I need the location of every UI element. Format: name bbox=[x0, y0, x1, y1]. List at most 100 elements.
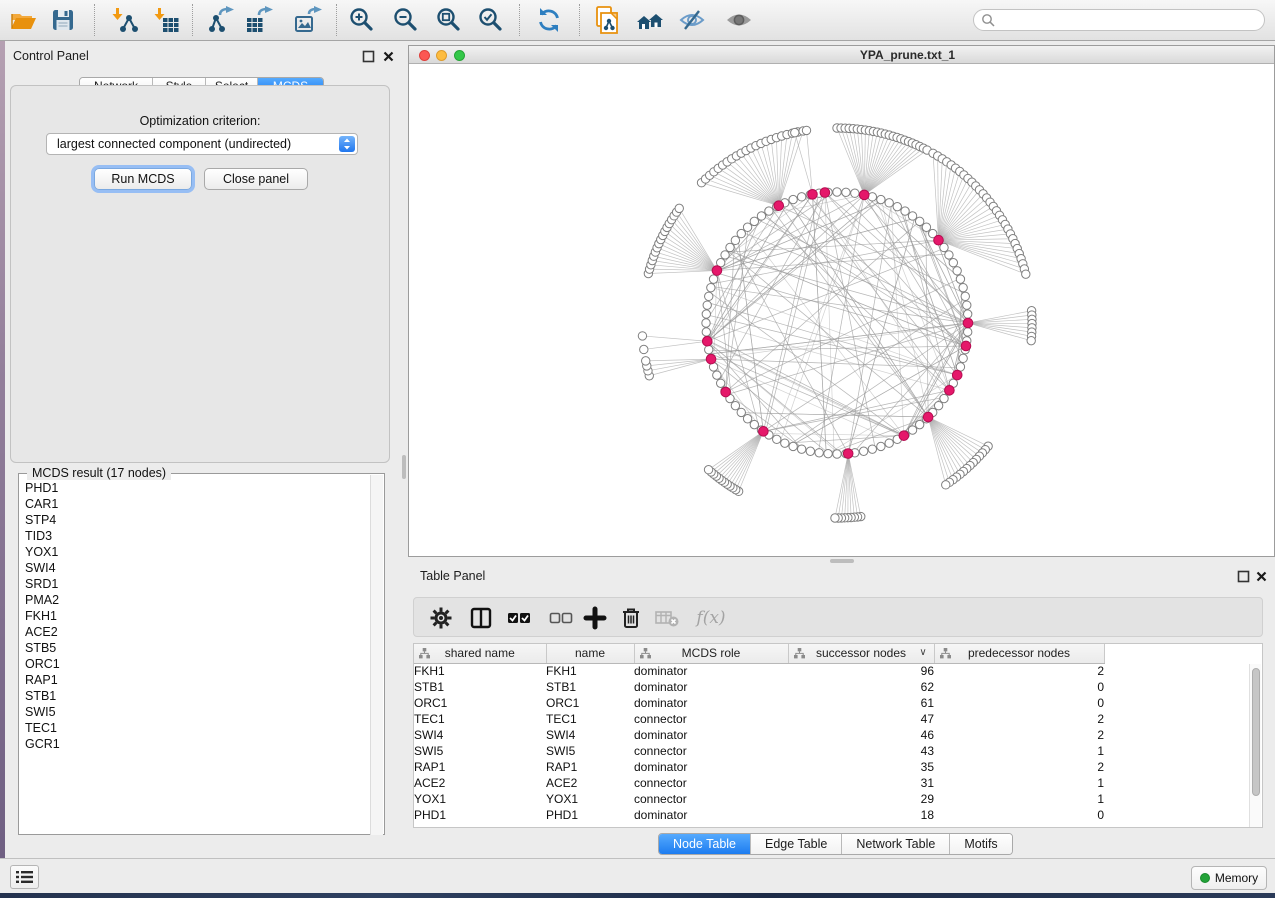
float-panel-icon[interactable] bbox=[1237, 570, 1250, 583]
task-history-icon[interactable] bbox=[10, 865, 39, 889]
mcds-result-item[interactable]: TEC1 bbox=[25, 720, 364, 736]
mcds-result-item[interactable]: RAP1 bbox=[25, 672, 364, 688]
shared-column-icon bbox=[419, 648, 430, 659]
table-row[interactable]: RAP1RAP1dominator352 bbox=[414, 759, 1104, 775]
shared-column-icon bbox=[940, 648, 951, 659]
table-toolbar: f(x) bbox=[413, 597, 1263, 637]
tab-edge-table[interactable]: Edge Table bbox=[751, 834, 842, 854]
memory-button[interactable]: Memory bbox=[1191, 866, 1267, 890]
settings-gear-icon[interactable] bbox=[429, 606, 453, 630]
mcds-result-item[interactable]: STB5 bbox=[25, 640, 364, 656]
table-row[interactable]: FKH1FKH1dominator962 bbox=[414, 663, 1104, 679]
import-table-icon[interactable] bbox=[153, 6, 181, 34]
table-panel-tabs: Node Table Edge Table Network Table Moti… bbox=[658, 833, 1013, 855]
tab-node-table[interactable]: Node Table bbox=[659, 834, 751, 854]
node-table: shared name name MCDS role successor nod… bbox=[414, 644, 1105, 823]
first-neighbors-icon[interactable] bbox=[636, 6, 664, 34]
network-window-titlebar[interactable]: YPA_prune.txt_1 bbox=[409, 46, 1274, 64]
zoom-out-icon[interactable] bbox=[392, 6, 420, 34]
mcds-result-item[interactable]: TID3 bbox=[25, 528, 364, 544]
mcds-result-group: MCDS result (17 nodes) PHD1CAR1STP4TID3Y… bbox=[18, 473, 385, 835]
export-network-icon[interactable] bbox=[208, 6, 236, 34]
table-row[interactable]: ORC1ORC1dominator610 bbox=[414, 695, 1104, 711]
mcds-result-item[interactable]: GCR1 bbox=[25, 736, 364, 752]
table-row[interactable]: STB1STB1dominator620 bbox=[414, 679, 1104, 695]
toolbar-separator bbox=[519, 4, 520, 36]
mcds-result-item[interactable]: PMA2 bbox=[25, 592, 364, 608]
mcds-result-item[interactable]: PHD1 bbox=[25, 480, 364, 496]
shared-column-icon bbox=[640, 648, 651, 659]
table-row[interactable]: TEC1TEC1connector472 bbox=[414, 711, 1104, 727]
mcds-result-item[interactable]: STP4 bbox=[25, 512, 364, 528]
mcds-result-item[interactable]: STB1 bbox=[25, 688, 364, 704]
mcds-result-item[interactable]: FKH1 bbox=[25, 608, 364, 624]
column-header-mcds-role[interactable]: MCDS role bbox=[634, 644, 788, 663]
scrollbar-thumb[interactable] bbox=[1252, 668, 1260, 796]
table-panel: Table Panel bbox=[408, 565, 1275, 858]
toolbar-search bbox=[973, 9, 1265, 31]
zoom-in-icon[interactable] bbox=[348, 6, 376, 34]
show-all-icon[interactable] bbox=[725, 6, 753, 34]
horizontal-splitter[interactable] bbox=[408, 557, 1275, 565]
select-all-icon[interactable] bbox=[507, 606, 531, 630]
toolbar-separator bbox=[94, 4, 95, 36]
table-row[interactable]: ACE2ACE2connector311 bbox=[414, 775, 1104, 791]
run-mcds-button[interactable]: Run MCDS bbox=[94, 168, 192, 190]
tab-motifs[interactable]: Motifs bbox=[950, 834, 1011, 854]
clone-network-icon[interactable] bbox=[593, 6, 621, 34]
tab-network-table[interactable]: Network Table bbox=[842, 834, 950, 854]
add-column-icon[interactable] bbox=[583, 606, 607, 630]
mcds-result-item[interactable]: SRD1 bbox=[25, 576, 364, 592]
table-scrollbar[interactable] bbox=[1249, 664, 1261, 827]
delete-column-icon[interactable] bbox=[619, 606, 643, 630]
zoom-selected-icon[interactable] bbox=[477, 6, 505, 34]
splitter-grip bbox=[402, 455, 406, 479]
control-panel: Control Panel Network Style Select MCDS … bbox=[5, 41, 400, 858]
import-network-icon[interactable] bbox=[111, 6, 139, 34]
network-graph[interactable] bbox=[409, 65, 1274, 556]
save-session-icon[interactable] bbox=[49, 6, 77, 34]
close-panel-icon[interactable] bbox=[1255, 570, 1268, 583]
mcds-result-item[interactable]: ORC1 bbox=[25, 656, 364, 672]
dropdown-stepper-icon bbox=[339, 136, 355, 152]
mcds-result-list[interactable]: PHD1CAR1STP4TID3YOX1SWI4SRD1PMA2FKH1ACE2… bbox=[25, 480, 364, 830]
table-row[interactable]: YOX1YOX1connector291 bbox=[414, 791, 1104, 807]
optimization-criterion-select[interactable]: largest connected component (undirected) bbox=[46, 133, 358, 155]
mcds-result-item[interactable]: ACE2 bbox=[25, 624, 364, 640]
toolbar-separator bbox=[579, 4, 580, 36]
open-file-icon[interactable] bbox=[9, 6, 37, 34]
table-row[interactable]: SWI5SWI5connector431 bbox=[414, 743, 1104, 759]
network-window-title: YPA_prune.txt_1 bbox=[409, 48, 1274, 62]
node-table-body[interactable]: FKH1FKH1dominator962STB1STB1dominator620… bbox=[414, 663, 1104, 823]
float-panel-icon[interactable] bbox=[362, 50, 375, 63]
zoom-fit-icon[interactable] bbox=[435, 6, 463, 34]
mcds-result-item[interactable]: SWI4 bbox=[25, 560, 364, 576]
unselect-all-icon[interactable] bbox=[549, 606, 573, 630]
workspace-region: YPA_prune.txt_1 Table Panel bbox=[408, 41, 1275, 858]
close-panel-icon[interactable] bbox=[382, 50, 395, 63]
main-toolbar bbox=[0, 0, 1275, 41]
hide-selected-icon[interactable] bbox=[678, 6, 706, 34]
vertical-splitter[interactable] bbox=[400, 41, 408, 858]
column-header-predecessor-nodes[interactable]: predecessor nodes bbox=[934, 644, 1104, 663]
column-header-name[interactable]: name bbox=[546, 644, 634, 663]
show-columns-icon[interactable] bbox=[469, 606, 493, 630]
sort-desc-icon: ∨ bbox=[919, 647, 928, 659]
refresh-view-icon[interactable] bbox=[535, 6, 563, 34]
table-row[interactable]: SWI4SWI4dominator462 bbox=[414, 727, 1104, 743]
mcds-result-item[interactable]: SWI5 bbox=[25, 704, 364, 720]
mcds-result-item[interactable]: CAR1 bbox=[25, 496, 364, 512]
column-header-shared-name[interactable]: shared name bbox=[414, 644, 546, 663]
table-row[interactable]: PHD1PHD1dominator180 bbox=[414, 807, 1104, 823]
mcds-result-item[interactable]: YOX1 bbox=[25, 544, 364, 560]
mcds-result-scrollbar[interactable] bbox=[370, 475, 383, 835]
node-table-container: shared name name MCDS role successor nod… bbox=[413, 643, 1263, 828]
toolbar-separator bbox=[192, 4, 193, 36]
column-header-successor-nodes[interactable]: successor nodes ∨ bbox=[788, 644, 934, 663]
delete-table-icon bbox=[655, 606, 679, 630]
export-image-icon[interactable] bbox=[294, 6, 322, 34]
search-input[interactable] bbox=[973, 9, 1265, 31]
status-bar: Memory bbox=[0, 858, 1275, 893]
close-mcds-panel-button[interactable]: Close panel bbox=[204, 168, 308, 190]
export-table-icon[interactable] bbox=[245, 6, 273, 34]
